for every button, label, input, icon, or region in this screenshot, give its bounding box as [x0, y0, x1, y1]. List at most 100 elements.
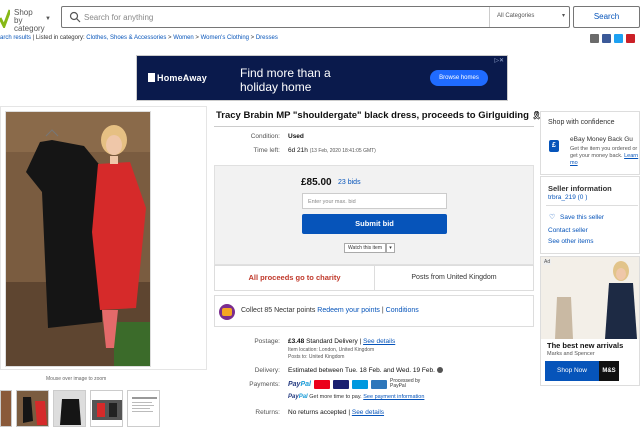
processed-by-paypal: Processed by PayPal — [389, 378, 421, 389]
contact-seller-link[interactable]: Contact seller — [548, 227, 588, 234]
paypal-credit-text: Get more time to pay. — [309, 394, 362, 400]
thumbnail[interactable] — [90, 390, 123, 427]
mastercard-icon — [313, 379, 330, 389]
chevron-down-icon: ▼ — [45, 16, 51, 22]
breadcrumb-item-clothes[interactable]: Clothes, Shoes & Accessories — [86, 35, 166, 41]
divider — [546, 205, 638, 206]
ad-headline: Find more than a holiday home — [240, 66, 331, 94]
breadcrumb-item-dresses[interactable]: Dresses — [256, 35, 278, 41]
postage-details-link[interactable]: See details — [363, 338, 395, 345]
paypal-logo: PayPal — [288, 380, 311, 388]
returns-text: No returns accepted — [288, 409, 347, 416]
search-button[interactable]: Search — [573, 6, 640, 28]
ad-cta-button[interactable]: Browse homes — [430, 70, 488, 86]
charity-notice: All proceeds go to charity — [215, 266, 375, 290]
thumbnail[interactable] — [53, 390, 86, 427]
charity-strip: All proceeds go to charity Posts from Un… — [214, 265, 534, 291]
time-left-label: Time left: — [253, 147, 281, 154]
payment-logos: PayPal Processed by PayPal — [288, 379, 424, 389]
ms-logo: M&S — [599, 361, 619, 381]
zoom-hint: Mouse over image to zoom — [46, 376, 107, 382]
delivery-label: Delivery: — [254, 367, 280, 374]
item-title: Tracy Brabin MP "shouldergate" black dre… — [216, 110, 542, 121]
search-input[interactable] — [84, 10, 464, 24]
submit-bid-button[interactable]: Submit bid — [302, 214, 447, 234]
postage-label: Postage: — [254, 338, 280, 345]
ebay-logo-fragment[interactable] — [0, 8, 10, 28]
thumbnail[interactable] — [0, 390, 12, 427]
ad-tag: Ad — [543, 259, 552, 265]
posts-to: Posts to: United Kingdom — [288, 354, 345, 360]
shop-now-button[interactable]: Shop Now — [545, 361, 599, 381]
time-left-date: (13 Feb, 2020 18:41:05 GMT) — [309, 148, 376, 154]
time-left-value: 6d 21h (13 Feb, 2020 18:41:05 GMT) — [288, 147, 376, 154]
returns-value: No returns accepted | See details — [288, 409, 385, 416]
chevron-down-icon: ▾ — [561, 13, 565, 19]
shop-by-category-label: Shop by category — [14, 8, 45, 33]
thumbnail[interactable] — [127, 390, 160, 427]
breadcrumb-item-women[interactable]: Women — [173, 35, 194, 41]
nectar-panel: Collect 85 Nectar points Redeem your poi… — [214, 295, 534, 327]
ad-headline: The best new arrivals — [547, 341, 624, 350]
seller-name-link[interactable]: trbra_219 (0 ) — [548, 194, 587, 201]
back-to-search-link[interactable]: arch results — [0, 35, 31, 41]
maestro-icon — [351, 379, 368, 389]
returns-label: Returns: — [255, 409, 280, 416]
save-seller-link[interactable]: Save this seller — [560, 214, 604, 221]
heart-icon[interactable]: ♡ — [549, 213, 555, 221]
delivery-text: Estimated between Tue. 18 Feb. and Wed. … — [288, 367, 435, 374]
conditions-link[interactable]: Conditions — [386, 307, 419, 314]
payments-label: Payments: — [249, 381, 280, 388]
postage-price: £3.48 — [288, 338, 305, 345]
breadcrumb-item-womens-clothing[interactable]: Women's Clothing — [201, 35, 249, 41]
homeaway-ad-banner[interactable]: HomeAway Find more than a holiday home B… — [136, 55, 508, 101]
watch-item-button[interactable]: Watch this item ▾ — [344, 243, 395, 253]
facebook-icon[interactable] — [602, 34, 611, 43]
shop-with-confidence-panel: Shop with confidence £ eBay Money Back G… — [540, 111, 640, 175]
ad-photo — [541, 257, 639, 339]
chevron-down-icon[interactable]: ▾ — [386, 243, 395, 253]
shop-by-category-button[interactable]: Shop by category ▼ — [14, 8, 51, 33]
category-select-value: All Categories — [497, 13, 535, 19]
ad-choices-icon[interactable]: ▷✕ — [494, 57, 504, 64]
returns-details-link[interactable]: See details — [352, 409, 384, 416]
divider — [214, 126, 534, 127]
thumbnail[interactable] — [16, 390, 49, 427]
max-bid-input[interactable]: Enter your max. bid — [302, 193, 447, 209]
main-product-image[interactable] — [5, 111, 151, 367]
paypal-credit-row: PayPal Get more time to pay. See payment… — [288, 394, 424, 400]
postage-service: Standard Delivery — [306, 338, 358, 345]
pinterest-icon[interactable] — [626, 34, 635, 43]
bid-count-link[interactable]: 23 bids — [338, 179, 361, 186]
nectar-text: Collect 85 Nectar points Redeem your poi… — [241, 307, 419, 314]
time-left-countdown: 6d 21h — [288, 147, 308, 154]
delivery-estimate: Estimated between Tue. 18 Feb. and Wed. … — [288, 367, 443, 374]
twitter-icon[interactable] — [614, 34, 623, 43]
watch-item-label: Watch this item — [348, 245, 382, 251]
item-title-text: Tracy Brabin MP "shouldergate" black dre… — [216, 110, 529, 121]
category-select[interactable]: All Categories ▾ — [489, 7, 571, 27]
seller-information-panel: Seller information trbra_219 (0 ) ♡ Save… — [540, 176, 640, 254]
listed-in-label: Listed in category: — [35, 35, 85, 41]
share-icons — [590, 34, 635, 43]
bid-panel: £85.00 23 bids Enter your max. bid Submi… — [214, 165, 534, 265]
homeaway-logo-icon — [148, 73, 155, 82]
search-bar: All Categories ▾ — [61, 6, 570, 28]
amex-icon — [370, 379, 387, 389]
nectar-points: Collect 85 Nectar points — [241, 307, 316, 314]
item-location: Item location: London, United Kingdom — [288, 347, 375, 353]
redeem-points-link[interactable]: Redeem your points — [317, 307, 380, 314]
ad-brand: HomeAway — [157, 73, 207, 83]
nectar-logo-icon — [219, 304, 235, 320]
marks-spencer-ad[interactable]: Ad The best new arrivals Marks and Spenc… — [540, 256, 640, 386]
info-icon[interactable] — [436, 367, 443, 373]
email-icon[interactable] — [590, 34, 599, 43]
payment-info-link[interactable]: See payment information — [363, 394, 424, 400]
condition-value: Used — [288, 133, 304, 140]
current-price: £85.00 — [301, 177, 332, 188]
see-other-items-link[interactable]: See other items — [548, 238, 594, 245]
money-back-title: eBay Money Back Gu — [570, 136, 633, 143]
confidence-title: Shop with confidence — [548, 119, 615, 126]
postage-value: £3.48 Standard Delivery | See details — [288, 338, 396, 345]
condition-label: Condition: — [250, 133, 280, 140]
